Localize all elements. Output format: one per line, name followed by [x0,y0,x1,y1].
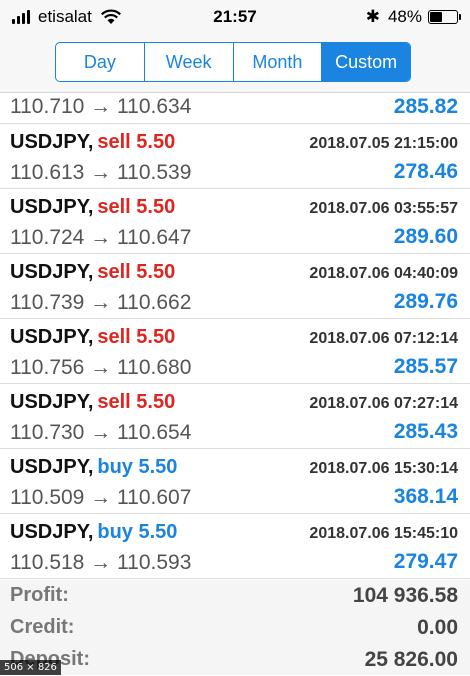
trade-prices: 110.739 → 110.662 [10,291,192,314]
tab-month[interactable]: Month [234,43,323,81]
summary-profit-row: Profit: 104 936.58 [0,580,470,612]
trade-symbol-line: USDJPY, sell 5.50 [10,391,175,414]
summary-profit-value: 104 936.58 [352,584,458,607]
trade-prices: 110.730 → 110.654 [10,421,192,444]
period-selector-bar: Day Week Month Custom [0,34,470,93]
trade-row[interactable]: USDJPY, sell 5.50 2018.07.06 04:40:09 110… [0,254,470,319]
trade-time: 2018.07.06 07:27:14 [309,395,458,412]
trade-prices: 110.518 → 110.593 [10,551,192,574]
trade-prices: 110.724 → 110.647 [10,226,192,249]
bluetooth-icon: ✱ [365,7,380,26]
image-size-badge: 506 × 826 [0,660,61,675]
trade-time: 2018.07.06 07:12:14 [309,330,458,347]
trade-symbol: USDJPY, [10,261,94,283]
trade-symbol: USDJPY, [10,521,94,543]
account-summary: Profit: 104 936.58 Credit: 0.00 Deposit:… [0,580,470,675]
status-right: ✱ 48% [365,7,461,27]
battery-icon [428,10,461,24]
trade-time: 2018.07.05 21:15:00 [309,135,458,152]
trade-profit: 278.46 [393,160,458,183]
summary-deposit-row: Deposit: 25 826.00 [0,644,470,676]
trade-profit: 368.14 [393,485,458,508]
trade-time: 2018.07.06 03:55:57 [309,200,458,217]
summary-credit-value: 0.00 [417,616,458,639]
trade-side: sell 5.50 [97,131,176,153]
trade-symbol: USDJPY, [10,131,94,153]
trade-prices: 110.613 → 110.539 [10,161,192,184]
trade-row[interactable]: USDJPY, buy 5.50 2018.07.06 15:45:10 110.… [0,514,470,579]
summary-profit-label: Profit: [10,584,69,606]
trade-prices: 110.509 → 110.607 [10,486,192,509]
trade-side: sell 5.50 [97,196,176,218]
status-bar: etisalat 21:57 ✱ 48% [0,0,470,34]
tab-day[interactable]: Day [56,43,145,81]
trade-symbol-line: USDJPY, sell 5.50 [10,326,175,349]
trade-row[interactable]: USDJPY, sell 5.50 2018.07.06 07:12:14 110… [0,319,470,384]
trade-profit: 285.43 [393,420,458,443]
trade-time: 2018.07.06 04:40:09 [309,265,458,282]
trade-side: sell 5.50 [97,326,176,348]
trade-prices: 110.710 → 110.634 [10,95,192,118]
summary-deposit-value: 25 826.00 [364,648,458,671]
trade-time: 2018.07.06 15:30:14 [309,460,458,477]
trade-symbol: USDJPY, [10,456,94,478]
trade-profit: 285.57 [393,355,458,378]
trade-history-list[interactable]: 110.710 → 110.634 285.82 USDJPY, sell 5.5… [0,93,470,579]
trade-side: buy 5.50 [97,521,178,543]
battery-fill [430,12,443,22]
trade-symbol-line: USDJPY, buy 5.50 [10,521,177,544]
tab-custom[interactable]: Custom [322,43,410,81]
trade-profit: 289.76 [393,290,458,313]
summary-credit-label: Credit: [10,616,75,638]
trade-symbol-line: USDJPY, sell 5.50 [10,196,175,219]
trade-side: buy 5.50 [97,456,178,478]
trade-prices: 110.756 → 110.680 [10,356,192,379]
summary-credit-row: Credit: 0.00 [0,612,470,644]
trade-row[interactable]: 110.710 → 110.634 285.82 [0,93,470,124]
tab-week[interactable]: Week [145,43,234,81]
trade-profit: 279.47 [393,550,458,573]
trade-symbol: USDJPY, [10,326,94,348]
trade-time: 2018.07.06 15:45:10 [309,525,458,542]
trade-profit: 289.60 [393,225,458,248]
trade-symbol-line: USDJPY, sell 5.50 [10,261,175,284]
trade-symbol-line: USDJPY, buy 5.50 [10,456,177,479]
trade-row[interactable]: USDJPY, sell 5.50 2018.07.06 07:27:14 110… [0,384,470,449]
trade-row[interactable]: USDJPY, buy 5.50 2018.07.06 15:30:14 110.… [0,449,470,514]
trade-symbol-line: USDJPY, sell 5.50 [10,131,175,154]
trade-side: sell 5.50 [97,261,176,283]
trade-row[interactable]: USDJPY, sell 5.50 2018.07.06 03:55:57 110… [0,189,470,254]
trade-symbol: USDJPY, [10,196,94,218]
period-segmented-control: Day Week Month Custom [55,42,411,82]
battery-percent: 48% [387,7,422,26]
trade-profit: 285.82 [393,95,458,118]
trade-symbol: USDJPY, [10,391,94,413]
trade-side: sell 5.50 [97,391,176,413]
trade-row[interactable]: USDJPY, sell 5.50 2018.07.05 21:15:00 110… [0,124,470,189]
